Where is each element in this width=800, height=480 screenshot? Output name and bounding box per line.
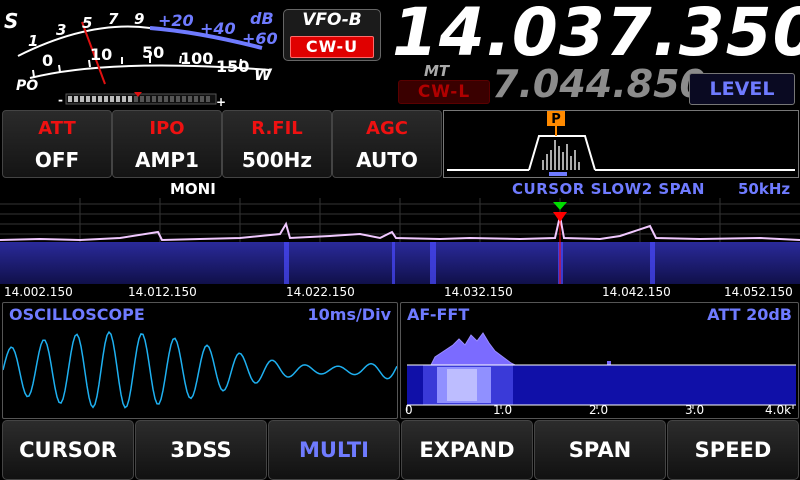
vfo-b-label: VFO-B xyxy=(302,10,362,30)
ipo-button[interactable]: IPO AMP1 xyxy=(112,110,222,178)
svg-text:-: - xyxy=(58,93,63,107)
moni-label: MONI xyxy=(170,180,216,198)
span-button[interactable]: SPAN xyxy=(534,420,666,480)
softkey-bar: CURSOR 3DSS MULTI EXPAND SPAN SPEED xyxy=(0,420,800,480)
svg-text:+20: +20 xyxy=(158,11,194,30)
af-fft-title: AF-FFT xyxy=(407,305,470,324)
svg-text:10: 10 xyxy=(90,45,112,64)
svg-text:0: 0 xyxy=(42,51,53,70)
svg-text:150: 150 xyxy=(216,57,249,76)
cursor-info: CURSOR SLOW2 SPAN xyxy=(512,180,705,198)
af-fft-att: ATT 20dB xyxy=(707,305,792,324)
svg-text:dB: dB xyxy=(250,9,274,28)
svg-text:+40: +40 xyxy=(200,19,236,38)
rfil-button[interactable]: R.FIL 500Hz xyxy=(222,110,332,178)
svg-text:9: 9 xyxy=(134,10,144,28)
svg-text:7: 7 xyxy=(108,10,119,28)
sub-frequency[interactable]: 7.044.850 xyxy=(492,62,706,106)
oscilloscope-pane[interactable]: OSCILLOSCOPE 10ms/Div xyxy=(2,302,398,419)
function-bar: ATT OFF IPO AMP1 R.FIL 500Hz AGC AUTO xyxy=(0,110,442,178)
oscilloscope-timebase: 10ms/Div xyxy=(307,305,392,324)
svg-text:1: 1 xyxy=(28,32,38,50)
agc-button[interactable]: AGC AUTO xyxy=(332,110,442,178)
filter-marker: P xyxy=(551,112,561,127)
speed-button[interactable]: SPEED xyxy=(667,420,799,480)
svg-text:3: 3 xyxy=(56,21,66,39)
svg-text:PO: PO xyxy=(16,78,38,94)
oscilloscope-trace xyxy=(3,330,397,409)
cursor-button[interactable]: CURSOR xyxy=(2,420,134,480)
sub-mode: CW-L xyxy=(398,80,490,104)
frequency-axis: 14.002.150 14.012.150 14.022.150 14.032.… xyxy=(4,285,793,299)
af-fft-pane[interactable]: AF-FFT ATT 20dB 0 1.0 2.0 3.0 4.0k xyxy=(400,302,799,419)
oscilloscope-title: OSCILLOSCOPE xyxy=(9,305,145,324)
filter-display: P xyxy=(443,110,799,178)
span-value: 50kHz xyxy=(738,180,791,198)
svg-text:+60: +60 xyxy=(242,29,278,48)
svg-text:100: 100 xyxy=(180,49,213,68)
spectrum-scope[interactable] xyxy=(0,198,800,284)
mt-label: MT xyxy=(424,62,450,80)
att-button[interactable]: ATT OFF xyxy=(2,110,112,178)
s-label: S xyxy=(4,9,18,33)
svg-text:50: 50 xyxy=(142,43,164,62)
svg-text:5: 5 xyxy=(82,14,92,32)
3dss-button[interactable]: 3DSS xyxy=(135,420,267,480)
svg-text:+: + xyxy=(216,95,226,108)
level-button[interactable]: LEVEL xyxy=(689,73,795,105)
svg-text:W: W xyxy=(254,65,273,84)
multi-button[interactable]: MULTI xyxy=(268,420,400,480)
expand-button[interactable]: EXPAND xyxy=(401,420,533,480)
s-meter: S 1 3 5 7 9 +20 +40 dB +60 PO 0 10 50 10… xyxy=(4,9,278,108)
vfo-b-mode: CW-U xyxy=(290,36,374,58)
vfo-b-tag[interactable]: VFO-B CW-U xyxy=(283,9,381,61)
